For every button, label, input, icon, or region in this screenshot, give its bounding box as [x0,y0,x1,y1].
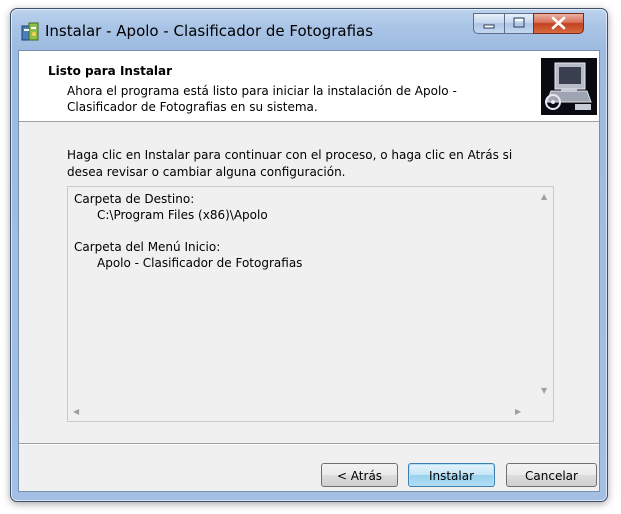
minimize-icon [483,24,495,29]
wizard-header: Listo para Instalar Ahora el programa es… [19,51,599,122]
scroll-right-icon[interactable]: ▶ [515,408,521,416]
close-icon [551,16,566,30]
scroll-up-icon[interactable]: ▲ [541,193,547,201]
horizontal-scrollbar[interactable]: ◀ ▶ [68,404,536,421]
vertical-scrollbar[interactable]: ▲ ▼ [536,187,553,404]
button-separator [19,443,599,445]
scroll-down-icon[interactable]: ▼ [541,387,547,395]
page-description: Ahora el programa está listo para inicia… [67,84,457,114]
scroll-left-icon[interactable]: ◀ [73,408,79,416]
installer-app-icon [20,22,40,42]
summary-memo[interactable]: Carpeta de Destino: C:\Program Files (x86… [67,186,554,422]
close-button[interactable] [533,13,584,34]
back-button[interactable]: < Atrás [321,463,398,487]
page-title: Listo para Instalar [48,64,173,78]
cancel-button[interactable]: Cancelar [506,463,597,487]
window-title: Instalar - Apolo - Clasificador de Fotog… [45,22,374,40]
install-button[interactable]: Instalar [408,463,495,487]
instruction-text: Haga clic en Instalar para continuar con… [67,148,513,179]
wizard-client-area: Listo para Instalar Ahora el programa es… [18,50,600,492]
computer-setup-icon [541,58,597,115]
scrollbar-corner [536,404,553,421]
installer-window: Instalar - Apolo - Clasificador de Fotog… [10,8,608,502]
minimize-button[interactable] [473,13,505,34]
dest-value: C:\Program Files (x86)\Apolo [97,208,268,222]
menu-label: Carpeta del Menú Inicio: [74,240,221,254]
maximize-icon [513,17,525,28]
summary-content: Carpeta de Destino: C:\Program Files (x86… [74,191,302,271]
title-bar[interactable]: Instalar - Apolo - Clasificador de Fotog… [11,9,607,49]
dest-label: Carpeta de Destino: [74,192,195,206]
menu-value: Apolo - Clasificador de Fotografias [97,256,303,270]
maximize-button[interactable] [504,13,534,34]
